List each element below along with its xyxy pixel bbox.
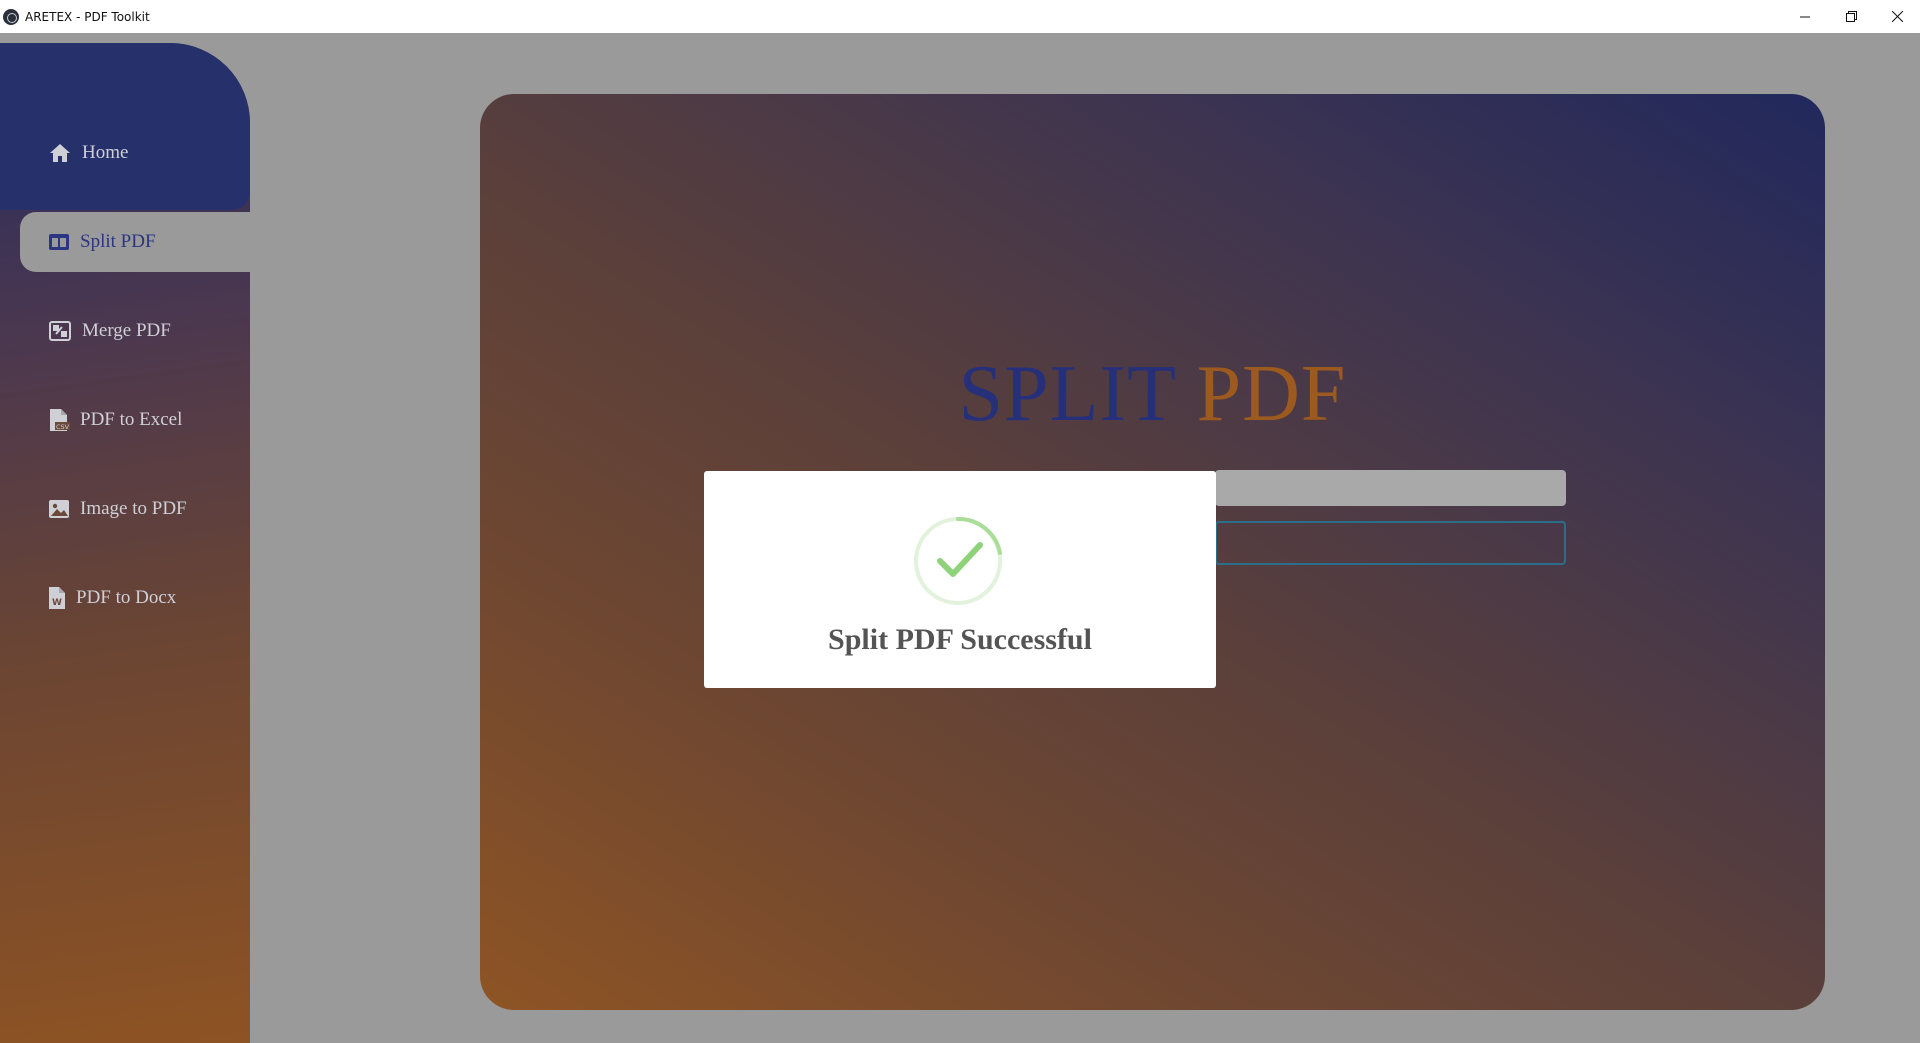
app-logo-icon	[3, 8, 19, 25]
success-dialog: Split PDF Successful	[704, 471, 1216, 688]
svg-text:W: W	[52, 598, 62, 608]
file-input-field[interactable]	[1215, 470, 1566, 506]
sidebar-item-label: PDF to Docx	[76, 587, 177, 608]
sidebar-item-merge-pdf[interactable]: Merge PDF	[20, 301, 250, 361]
title-bar: ARETEX - PDF Toolkit	[0, 0, 1920, 33]
page-title-part2: PDF	[1196, 350, 1347, 438]
window-title: ARETEX - PDF Toolkit	[25, 9, 150, 24]
page-title: SPLIT PDF	[480, 349, 1825, 440]
columns-icon	[49, 234, 69, 250]
sidebar-item-label: Merge PDF	[82, 320, 171, 341]
sidebar-item-label: Image to PDF	[80, 498, 187, 519]
csv-file-icon: CSV	[50, 409, 70, 431]
sidebar-item-label: PDF to Excel	[80, 409, 183, 430]
sidebar-item-home[interactable]: Home	[20, 123, 250, 183]
success-message: Split PDF Successful	[828, 623, 1092, 656]
image-icon	[49, 500, 69, 518]
sidebar-item-label: Home	[82, 142, 129, 163]
page-title-part1: SPLIT	[958, 350, 1176, 438]
minimize-button[interactable]	[1782, 0, 1828, 33]
restore-button[interactable]	[1828, 0, 1874, 33]
success-check-icon	[912, 509, 1008, 605]
sidebar-item-split-pdf[interactable]: Split PDF	[20, 212, 250, 272]
sidebar-item-pdf-to-docx[interactable]: W PDF to Docx	[20, 568, 250, 628]
merge-icon	[49, 321, 71, 341]
restore-icon	[1845, 11, 1857, 22]
minimize-icon	[1800, 16, 1810, 17]
sidebar-item-label: Split PDF	[80, 231, 156, 252]
app-area: Home Split PDF Merge PDF CSV PDF to Exce…	[0, 33, 1920, 1043]
sidebar-item-image-to-pdf[interactable]: Image to PDF	[20, 479, 250, 539]
close-button[interactable]	[1874, 0, 1920, 33]
home-icon	[50, 144, 70, 162]
window-controls	[1782, 0, 1920, 33]
sidebar-item-pdf-to-excel[interactable]: CSV PDF to Excel	[20, 390, 250, 450]
close-icon	[1891, 11, 1903, 22]
page-range-input[interactable]	[1215, 521, 1566, 565]
svg-text:CSV: CSV	[56, 423, 70, 431]
word-file-icon: W	[49, 587, 65, 609]
